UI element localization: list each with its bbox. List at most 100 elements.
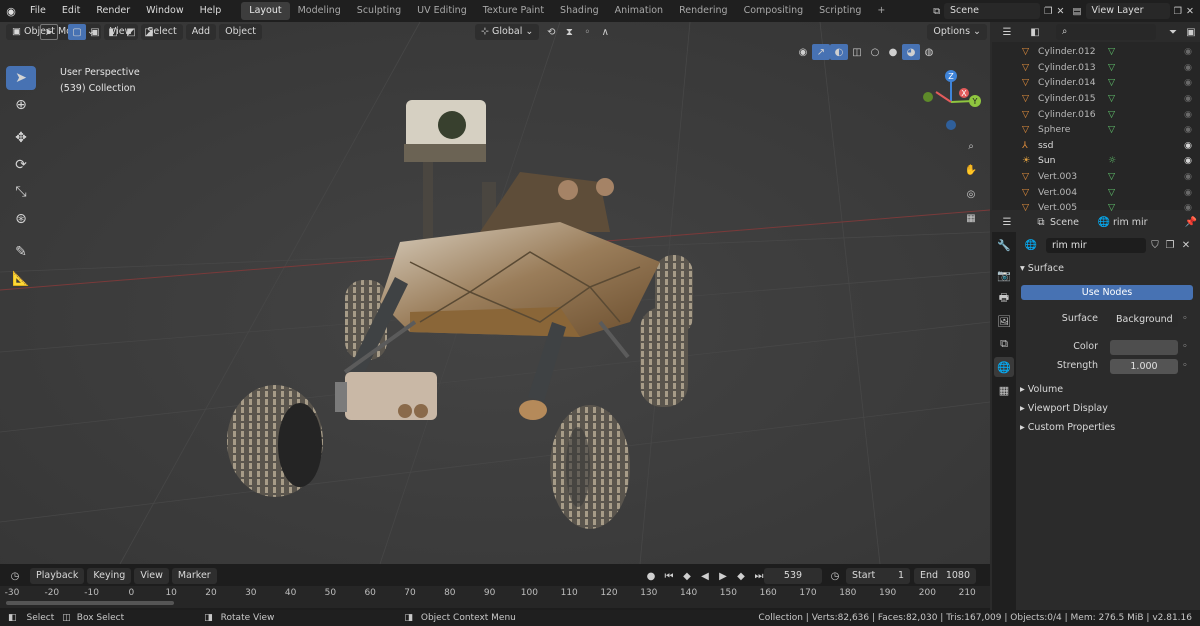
strength-field[interactable]: 1.000 (1110, 359, 1178, 374)
annotate-tool-icon[interactable]: ✎ (6, 240, 36, 264)
jump-start-icon[interactable]: ⏮ (660, 568, 678, 584)
visibility-eye-icon[interactable]: ◉ (1184, 187, 1192, 198)
pivot-icon[interactable]: ⟲ (542, 24, 560, 40)
menu-help[interactable]: Help (192, 0, 230, 22)
options-dropdown[interactable]: Options ⌄ (927, 24, 987, 40)
timeline-menu-keying[interactable]: Keying (87, 568, 132, 584)
end-frame-field[interactable]: End 1080 (914, 568, 976, 584)
workspace-tab-shading[interactable]: Shading (552, 2, 607, 20)
editor-type-icon[interactable]: ◷ (6, 568, 24, 584)
scene-tab-icon[interactable]: ⧉ (994, 334, 1014, 354)
workspace-tab-modeling[interactable]: Modeling (290, 2, 349, 20)
tool-tab-icon[interactable]: 🔧 (994, 235, 1014, 255)
workspace-tab-compositing[interactable]: Compositing (736, 2, 812, 20)
move-tool-icon[interactable]: ✥ (6, 126, 36, 150)
timeline-scrollbar[interactable] (6, 601, 174, 605)
new-view-layer-icon[interactable]: ❐ (1174, 6, 1183, 17)
new-collection-icon[interactable]: ▣ (1182, 24, 1200, 40)
volume-panel-header[interactable]: ▸ Volume (1020, 384, 1063, 395)
menu-file[interactable]: File (22, 0, 54, 22)
outliner-row[interactable]: ▽ Cylinder.014 ▽ ◉ (992, 75, 1200, 91)
select-subtract-icon[interactable]: ◧ (104, 24, 122, 40)
visibility-eye-icon[interactable]: ◉ (1184, 155, 1192, 166)
world-name-field[interactable]: rim mir (1046, 238, 1146, 253)
wireframe-shading-icon[interactable]: ○ (866, 44, 884, 60)
start-frame-field[interactable]: Start 1 (846, 568, 910, 584)
surface-socket-icon[interactable]: ◦ (1182, 313, 1188, 324)
xray-icon[interactable]: ◫ (848, 44, 866, 60)
color-swatch[interactable] (1110, 340, 1178, 355)
custom-properties-panel-header[interactable]: ▸ Custom Properties (1020, 422, 1115, 433)
solid-shading-icon[interactable]: ● (884, 44, 902, 60)
timeline-menu-view[interactable]: View (134, 568, 169, 584)
visibility-eye-icon[interactable]: ◉ (1184, 77, 1192, 88)
3d-viewport[interactable]: User Perspective (539) Collection Z Y X … (0, 22, 990, 564)
visibility-eye-icon[interactable]: ◉ (1184, 62, 1192, 73)
outliner-row[interactable]: ▽ Vert.004 ▽ ◉ (992, 184, 1200, 200)
workspace-tab-layout[interactable]: Layout (241, 2, 290, 20)
viewport-menu-object[interactable]: Object (219, 24, 263, 40)
select-box-tool-icon[interactable]: ➤ (6, 66, 36, 90)
ortho-grid-icon[interactable]: ▦ (962, 206, 980, 230)
menu-edit[interactable]: Edit (54, 0, 88, 22)
outliner-row[interactable]: ▽ Sphere ▽ ◉ (992, 122, 1200, 138)
material-shading-icon[interactable]: ◕ (902, 44, 920, 60)
scene-icon[interactable]: ⧉ (933, 6, 940, 17)
timeline-menu-marker[interactable]: Marker (171, 568, 217, 584)
texture-tab-icon[interactable]: ▦ (994, 380, 1014, 400)
select-new-icon[interactable]: ▢ (68, 24, 86, 40)
world-type-icon[interactable]: 🌐 (1022, 237, 1040, 253)
record-icon[interactable]: ● (642, 568, 660, 584)
prev-keyframe-icon[interactable]: ◆ (678, 568, 696, 584)
scale-tool-icon[interactable]: ⤡ (6, 180, 36, 204)
scene-selector[interactable]: Scene (944, 3, 1041, 19)
workspace-tab-uv-editing[interactable]: UV Editing (409, 2, 475, 20)
surface-panel-header[interactable]: ▾ Surface (1020, 263, 1064, 274)
delete-scene-icon[interactable]: ✕ (1057, 6, 1065, 17)
measure-tool-icon[interactable]: 📐 (6, 267, 36, 291)
visibility-eye-icon[interactable]: ◉ (1184, 46, 1192, 57)
strength-socket-icon[interactable]: ◦ (1182, 360, 1188, 371)
play-reverse-icon[interactable]: ◀ (696, 568, 714, 584)
transform-tool-icon[interactable]: ⊛ (6, 207, 36, 231)
display-mode-icon[interactable]: ◧ (1026, 24, 1044, 40)
workspace-tab-scripting[interactable]: Scripting (811, 2, 869, 20)
gizmo-toggle-icon[interactable]: ↗ (812, 44, 830, 60)
cursor-tool-icon[interactable]: ⊕ (6, 93, 36, 117)
visibility-eye-icon[interactable]: ◉ (1184, 171, 1192, 182)
outliner-row[interactable]: ☀ Sun ☼ ◉ (992, 153, 1200, 169)
outliner-search-input[interactable]: ⌕ (1056, 24, 1156, 40)
pin-icon[interactable]: 📌 (1182, 214, 1200, 230)
select-extend-icon[interactable]: ▣ (86, 24, 104, 40)
visibility-eye-icon[interactable]: ◉ (1184, 109, 1192, 120)
next-keyframe-icon[interactable]: ◆ (732, 568, 750, 584)
surface-shader-field[interactable]: Background (1110, 312, 1178, 327)
outliner-row[interactable]: ▽ Cylinder.012 ▽ ◉ (992, 44, 1200, 60)
outliner-row[interactable]: ▽ Cylinder.015 ▽ ◉ (992, 91, 1200, 107)
timeline-menu-playback[interactable]: Playback (30, 568, 85, 584)
visibility-eye-icon[interactable]: ◉ (1184, 140, 1192, 151)
view-layer-tab-icon[interactable]: 🖼 (994, 311, 1014, 331)
workspace-tab-rendering[interactable]: Rendering (671, 2, 736, 20)
use-nodes-button[interactable]: Use Nodes (1021, 285, 1193, 300)
visibility-eye-icon[interactable]: ◉ (1184, 124, 1192, 135)
color-socket-icon[interactable]: ◦ (1182, 341, 1188, 352)
blender-logo-icon[interactable]: ◉ (0, 5, 22, 18)
filter-icon[interactable]: ⏷ (1164, 24, 1182, 40)
falloff-icon[interactable]: ∧ (596, 24, 614, 40)
outliner-editor-icon[interactable]: ☰ (998, 24, 1016, 40)
current-frame-field[interactable]: 539 (764, 568, 822, 584)
output-tab-icon[interactable]: 🖶 (994, 288, 1014, 308)
delete-view-layer-icon[interactable]: ✕ (1186, 6, 1194, 17)
outliner-row[interactable]: ⅄ ssd ◉ (992, 138, 1200, 154)
camera-icon[interactable]: ◎ (962, 182, 980, 206)
view-layer-selector[interactable]: View Layer (1085, 3, 1170, 19)
visibility-icon[interactable]: ◉ (794, 44, 812, 60)
workspace-tab-texture-paint[interactable]: Texture Paint (475, 2, 552, 20)
zoom-icon[interactable]: ⌕ (962, 134, 980, 158)
select-tool-icon[interactable]: ➤ (40, 24, 58, 40)
menu-render[interactable]: Render (88, 0, 138, 22)
outliner-row[interactable]: ▽ Cylinder.016 ▽ ◉ (992, 106, 1200, 122)
viewport-display-panel-header[interactable]: ▸ Viewport Display (1020, 403, 1108, 414)
add-workspace-button[interactable]: + (869, 2, 893, 20)
